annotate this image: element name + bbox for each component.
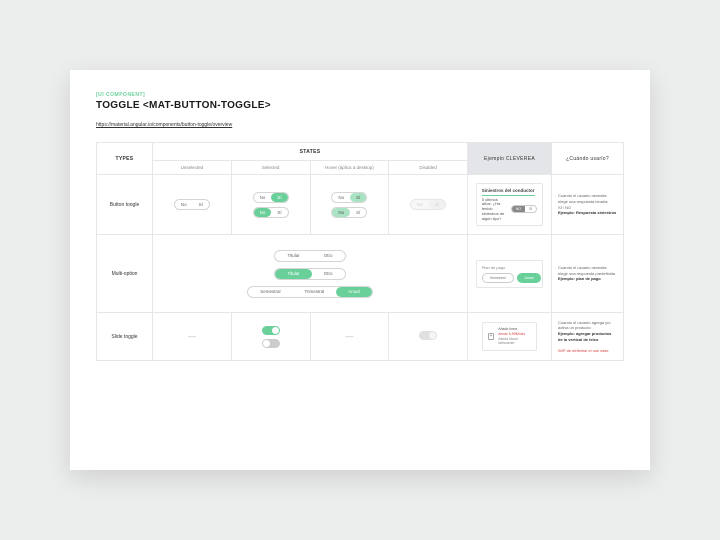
cell-button-disabled: No Sí — [389, 175, 468, 235]
row-button-label: Button toogle — [97, 175, 153, 235]
switch-off[interactable] — [262, 339, 280, 348]
doc-link[interactable]: https://material.angular.io/components/b… — [96, 122, 232, 128]
col-example: Ejemplo CLEVEREA — [468, 143, 552, 175]
cell-slide-unselected: — — [153, 313, 232, 361]
example-btn-anual[interactable]: Anual — [517, 273, 542, 283]
cell-button-desc: Cuando el usuario necesita elegir una re… — [552, 175, 624, 235]
multi-unselected[interactable]: Titular Otro — [274, 250, 345, 262]
spec-table: TYPES STATES Ejemplo CLEVEREA ¿Cuándo us… — [96, 142, 624, 361]
cell-button-example: Siniestros del conductor 5 últimos años:… — [468, 175, 552, 235]
toggle-disabled: No Sí — [410, 199, 446, 210]
plus-icon: + — [488, 333, 495, 340]
toggle-unselected[interactable]: No Sí — [174, 199, 210, 210]
switch-on[interactable] — [262, 326, 280, 335]
toggle-hover-si[interactable]: No Sí — [331, 192, 367, 203]
cell-multi-desc: Cuando el usuario necesita elegir una re… — [552, 235, 624, 313]
sub-unselected: Unselected — [153, 161, 232, 175]
cell-button-hover: No Sí No Sí — [310, 175, 389, 235]
multi-three[interactable]: Semestral Trimestral Anual — [247, 286, 373, 298]
eyebrow: [UI COMPONENT] — [96, 92, 624, 98]
cell-button-unselected: No Sí — [153, 175, 232, 235]
toggle-selected-si[interactable]: No Sí — [253, 192, 289, 203]
example-btn-semestral[interactable]: Semestral — [482, 273, 514, 283]
col-states: STATES — [153, 143, 468, 161]
dash-icon: — — [345, 332, 353, 341]
example-mini-toggle[interactable]: NO SÍ — [511, 205, 538, 213]
dash-icon: — — [188, 332, 196, 341]
page-title: TOGGLE <MAT-BUTTON-TOGGLE> — [96, 100, 624, 111]
toggle-hover-no[interactable]: No Sí — [331, 207, 367, 218]
switch-disabled — [419, 331, 437, 340]
cell-slide-desc: Cuando el usuario agrega y/o activa un p… — [552, 313, 624, 361]
row-slide-label: Slide toggle — [97, 313, 153, 361]
cell-multi-example: Plan de pago Semestral Anual — [468, 235, 552, 313]
cell-slide-selected — [231, 313, 310, 361]
cell-button-selected: No Sí No Sí — [231, 175, 310, 235]
cell-multi-states: Titular Otro Titular Otro Semestral Trim… — [153, 235, 468, 313]
toggle-selected-no[interactable]: No Sí — [253, 207, 289, 218]
example-card-multi: Plan de pago Semestral Anual — [476, 260, 544, 288]
doc-page: [UI COMPONENT] TOGGLE <MAT-BUTTON-TOGGLE… — [70, 70, 650, 470]
sub-hover: Hover (aplica a desktop) — [310, 161, 389, 175]
sub-disabled: Disabled — [389, 161, 468, 175]
sub-selected: Selected — [231, 161, 310, 175]
multi-selected[interactable]: Titular Otro — [274, 268, 345, 280]
cell-slide-example: + Añadir línea desde 5,99€/mes Afecta li… — [468, 313, 552, 361]
row-multi-label: Multi-option — [97, 235, 153, 313]
col-when: ¿Cuándo usarlo? — [552, 143, 624, 175]
cell-slide-hover: — — [310, 313, 389, 361]
example-card-button: Siniestros del conductor 5 últimos años:… — [476, 183, 544, 227]
col-types: TYPES — [97, 143, 153, 175]
example-card-slide[interactable]: + Añadir línea desde 5,99€/mes Afecta li… — [482, 322, 538, 350]
cell-slide-disabled — [389, 313, 468, 361]
